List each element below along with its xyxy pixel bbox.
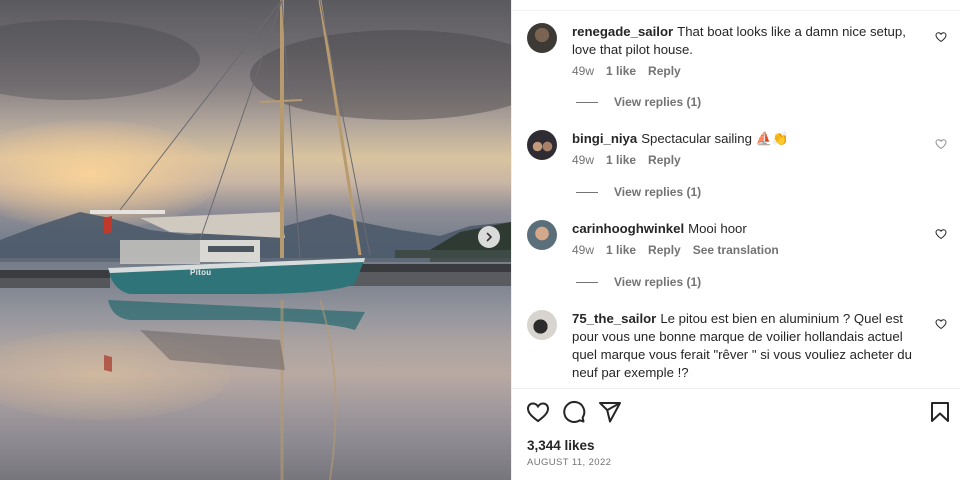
reply-button[interactable]: Reply <box>648 243 681 257</box>
divider <box>512 388 960 389</box>
reply-button[interactable]: Reply <box>648 64 681 78</box>
boat-scene <box>0 0 511 480</box>
heart-icon[interactable] <box>935 31 947 43</box>
comment-item: carinhooghwinkel Mooi hoor 49w 1 like Reply… <box>527 220 947 300</box>
replies-dash <box>576 102 598 104</box>
heart-icon[interactable] <box>526 400 550 424</box>
view-replies-button[interactable]: View replies (1) <box>576 95 701 109</box>
comment-time[interactable]: 49w <box>572 243 594 257</box>
reply-button[interactable]: Reply <box>648 153 681 167</box>
comment-text-block: 75_the_sailor Le pitou est bien en alumin… <box>572 310 917 382</box>
comment-meta: 49w 1 like Reply <box>572 64 693 78</box>
post-actions-bar <box>526 400 950 426</box>
heart-icon[interactable] <box>935 138 947 150</box>
comment-time[interactable]: 49w <box>572 64 594 78</box>
see-translation-button[interactable]: See translation <box>693 243 779 257</box>
divider <box>512 10 960 11</box>
avatar[interactable] <box>527 130 557 160</box>
bookmark-icon[interactable] <box>928 400 952 424</box>
comment-text-block: carinhooghwinkel Mooi hoor <box>572 220 917 238</box>
chevron-right-icon <box>486 232 492 242</box>
comment-username[interactable]: bingi_niya <box>572 131 637 146</box>
boat-name-label: Pitou <box>190 268 212 277</box>
comment-username[interactable]: carinhooghwinkel <box>572 221 684 236</box>
share-icon[interactable] <box>598 400 622 424</box>
view-replies-label: View replies (1) <box>614 275 702 289</box>
comments-panel: renegade_sailor That boat looks like a da… <box>511 0 960 480</box>
view-replies-button[interactable]: View replies (1) <box>576 275 701 289</box>
comment-likes[interactable]: 1 like <box>606 64 636 78</box>
avatar[interactable] <box>527 220 557 250</box>
comment-likes[interactable]: 1 like <box>606 153 636 167</box>
heart-icon[interactable] <box>935 318 947 330</box>
comment-username[interactable]: renegade_sailor <box>572 24 673 39</box>
next-image-button[interactable] <box>478 226 500 248</box>
comment-item: renegade_sailor That boat looks like a da… <box>527 23 947 113</box>
post-date[interactable]: AUGUST 11, 2022 <box>527 457 611 468</box>
likes-count[interactable]: 3,344 likes <box>527 438 595 453</box>
comment-body: Mooi hoor <box>688 221 747 236</box>
comment-icon[interactable] <box>562 400 586 424</box>
comment-text-block: renegade_sailor That boat looks like a da… <box>572 23 917 59</box>
view-replies-button[interactable]: View replies (1) <box>576 185 701 199</box>
comment-text-block: bingi_niya Spectacular sailing ⛵👏 <box>572 130 917 148</box>
comment-username[interactable]: 75_the_sailor <box>572 311 656 326</box>
comment-time[interactable]: 49w <box>572 153 594 167</box>
comment-meta: 49w 1 like Reply <box>572 153 693 167</box>
heart-icon[interactable] <box>935 228 947 240</box>
post-photo: Pitou <box>0 0 511 480</box>
comment-item: 75_the_sailor Le pitou est bien en alumin… <box>527 310 947 382</box>
comment-meta: 49w 1 like Reply See translation <box>572 243 791 257</box>
comment-item: bingi_niya Spectacular sailing ⛵👏 49w 1 li… <box>527 130 947 210</box>
view-replies-label: View replies (1) <box>614 95 702 109</box>
avatar[interactable] <box>527 23 557 53</box>
comment-body: Spectacular sailing ⛵👏 <box>641 131 789 146</box>
replies-dash <box>576 282 598 284</box>
avatar[interactable] <box>527 310 557 340</box>
view-replies-label: View replies (1) <box>614 185 702 199</box>
comment-likes[interactable]: 1 like <box>606 243 636 257</box>
replies-dash <box>576 192 598 194</box>
